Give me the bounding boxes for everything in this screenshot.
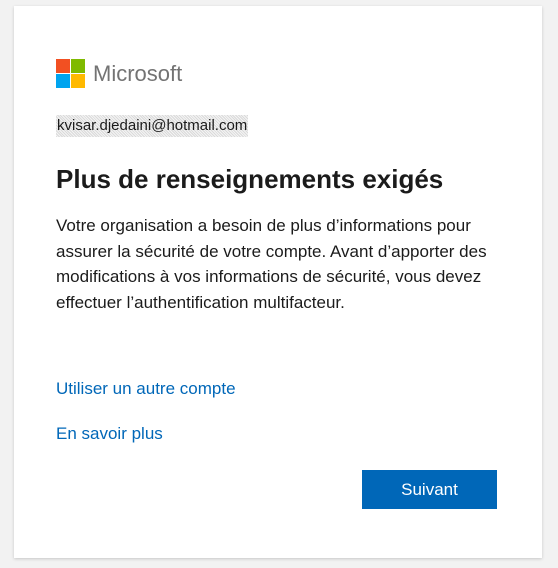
account-email: kvisar.djedaini@hotmail.com — [56, 115, 249, 137]
microsoft-wordmark: Microsoft — [93, 60, 183, 86]
sign-in-card: Microsoft kvisar.djedaini@hotmail.com Pl… — [14, 6, 542, 558]
learn-more-link[interactable]: En savoir plus — [56, 423, 163, 445]
use-other-account-link[interactable]: Utiliser un autre compte — [56, 378, 236, 400]
page-title: Plus de renseignements exigés — [56, 164, 444, 194]
microsoft-logo-icon — [56, 59, 85, 88]
next-button[interactable]: Suivant — [362, 470, 497, 509]
page-description: Votre organisation a besoin de plus d’in… — [56, 216, 487, 312]
microsoft-logo: Microsoft — [56, 59, 182, 88]
